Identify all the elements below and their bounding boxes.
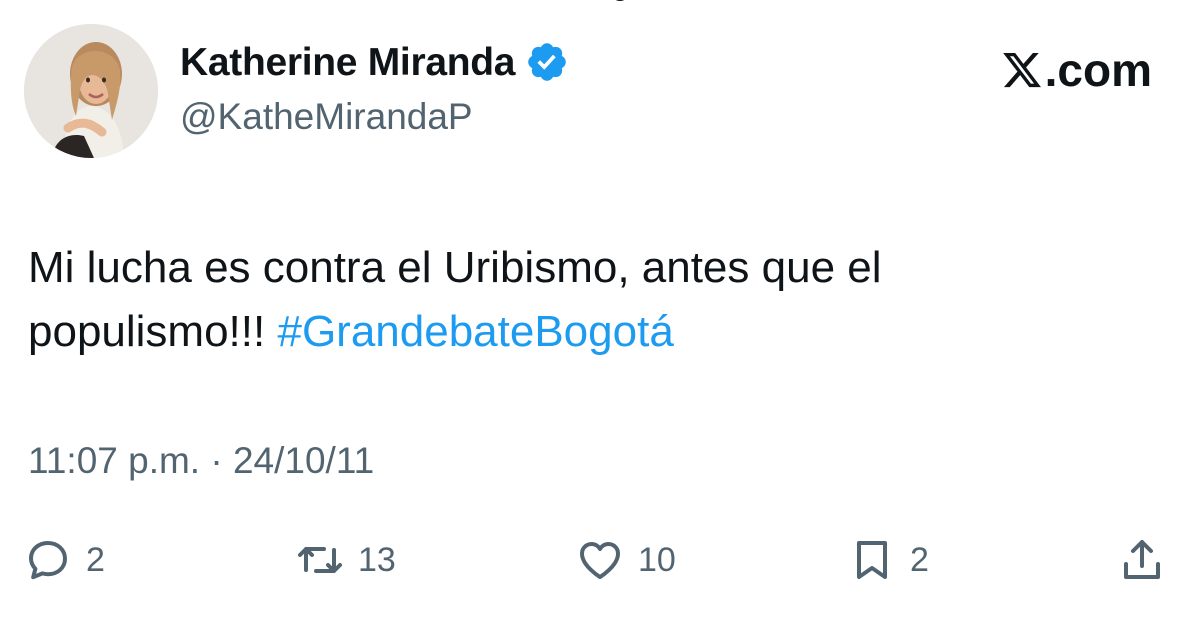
share-button[interactable]	[1118, 532, 1166, 588]
reply-count: 2	[86, 540, 105, 579]
x-com-text: .com	[1044, 44, 1152, 96]
reply-icon	[29, 541, 67, 580]
bookmark-button[interactable]: 2	[848, 532, 929, 588]
repost-icon	[298, 547, 342, 573]
author-display-name[interactable]: Katherine Miranda	[180, 43, 515, 82]
author-name-row: Katherine Miranda	[180, 40, 569, 84]
share-icon	[1124, 540, 1160, 579]
reply-button[interactable]: 2	[24, 532, 105, 588]
x-logo-icon	[1002, 52, 1041, 88]
avatar-photo	[24, 24, 158, 158]
repost-button[interactable]: 13	[296, 532, 396, 588]
like-count: 10	[638, 540, 676, 579]
bookmark-count: 2	[910, 540, 929, 579]
tweet-text: Mi lucha es contra el Uribismo, antes qu…	[28, 236, 1128, 364]
heart-icon	[580, 542, 620, 579]
repost-count: 13	[358, 540, 396, 579]
verified-badge-icon	[528, 43, 566, 81]
author-handle[interactable]: @KatheMirandaP	[180, 98, 473, 135]
avatar[interactable]	[24, 24, 158, 158]
cropped-top-fragment	[615, 0, 625, 1]
bookmark-icon	[857, 541, 887, 579]
tweet-actions-bar: 2 13 10 2	[0, 532, 1200, 588]
hashtag-link[interactable]: #GrandebateBogotá	[277, 307, 673, 356]
tweet-timestamp[interactable]: 11:07 p.m. · 24/10/11	[28, 442, 374, 479]
x-com-logo: .com	[1001, 44, 1152, 96]
like-button[interactable]: 10	[576, 532, 676, 588]
